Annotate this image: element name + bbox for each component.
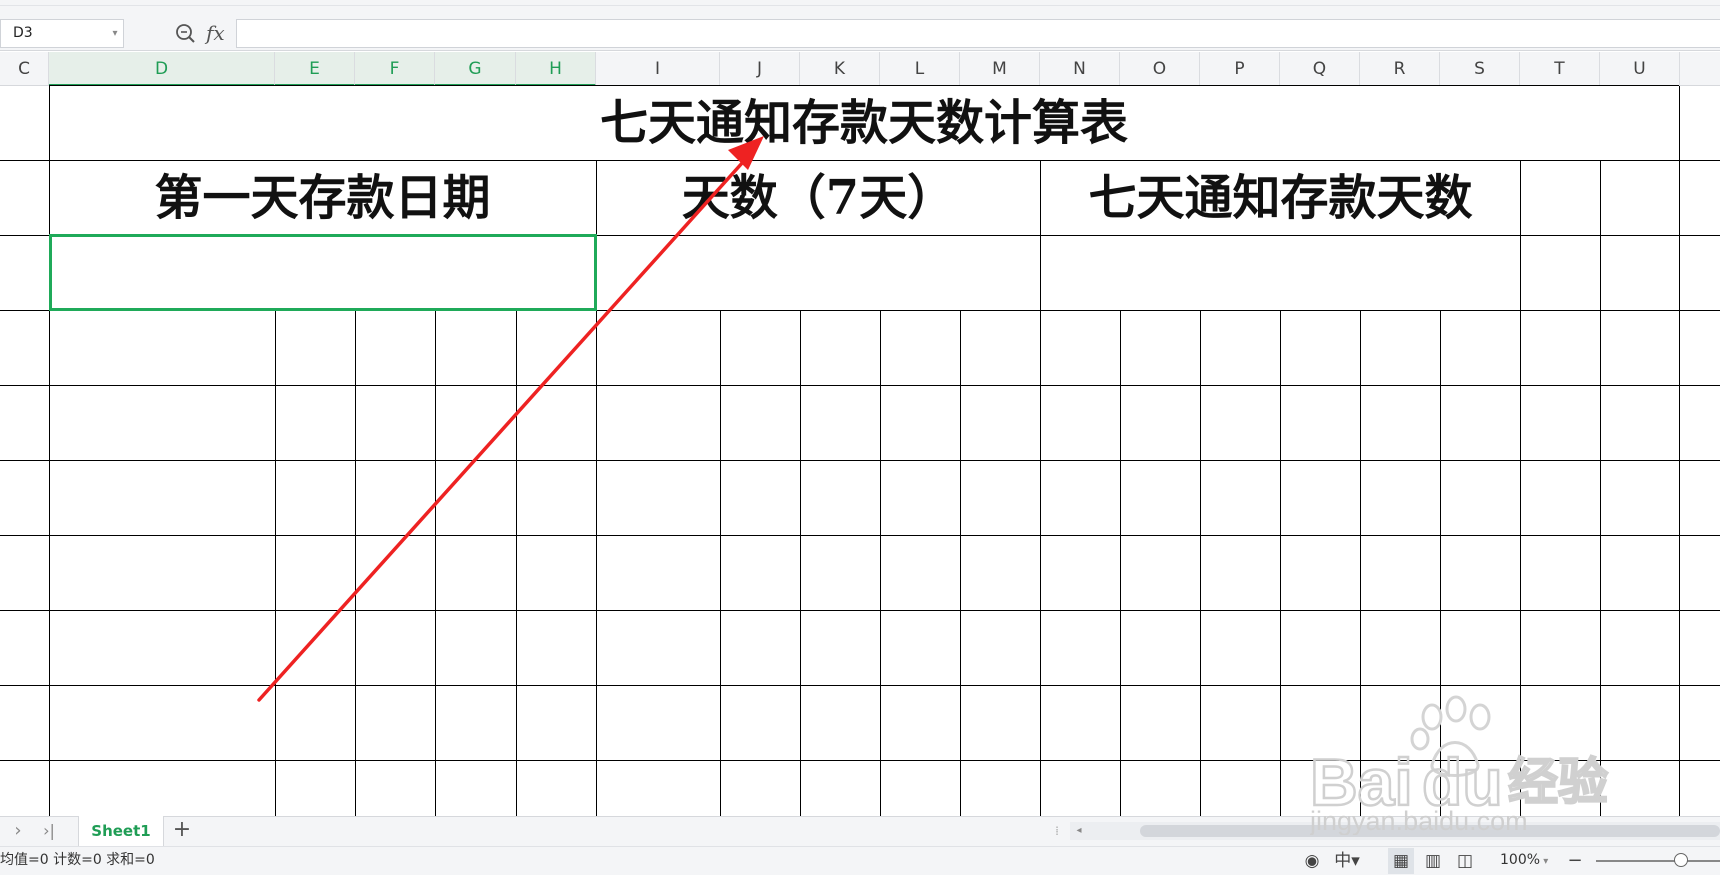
eye-protection-icon[interactable]: ◉: [1298, 848, 1326, 874]
sheet-tab[interactable]: Sheet1: [78, 816, 164, 846]
scroll-left-icon[interactable]: ◂: [1072, 822, 1086, 840]
add-sheet-icon[interactable]: +: [170, 816, 194, 846]
zoom-level[interactable]: 100% ▾: [1500, 846, 1560, 875]
svg-text:jingyan.baidu.com: jingyan.baidu.com: [1310, 806, 1528, 835]
page-layout-icon[interactable]: ▥: [1420, 848, 1446, 874]
zoom-level-value[interactable]: 100%: [1500, 852, 1540, 868]
zoom-slider[interactable]: [1596, 860, 1720, 862]
zoom-slider-handle[interactable]: [1674, 853, 1688, 867]
svg-text:经验: 经验: [1508, 753, 1608, 811]
last-sheet-icon[interactable]: ›|: [38, 818, 60, 844]
page-break-view-icon[interactable]: ◫: [1452, 848, 1478, 874]
next-sheet-icon[interactable]: ›: [8, 818, 28, 844]
status-stats: 平均值=0 计数=0 求和=0: [0, 852, 155, 868]
input-method-icon[interactable]: 中▾: [1330, 848, 1364, 874]
normal-view-icon[interactable]: ▦: [1388, 848, 1414, 874]
scroll-split-handle[interactable]: ⁞: [1052, 822, 1062, 840]
baidu-jingyan-watermark: Bai du 经验 jingyan.baidu.com: [1309, 695, 1640, 836]
zoom-out-icon[interactable]: −: [1565, 846, 1585, 875]
